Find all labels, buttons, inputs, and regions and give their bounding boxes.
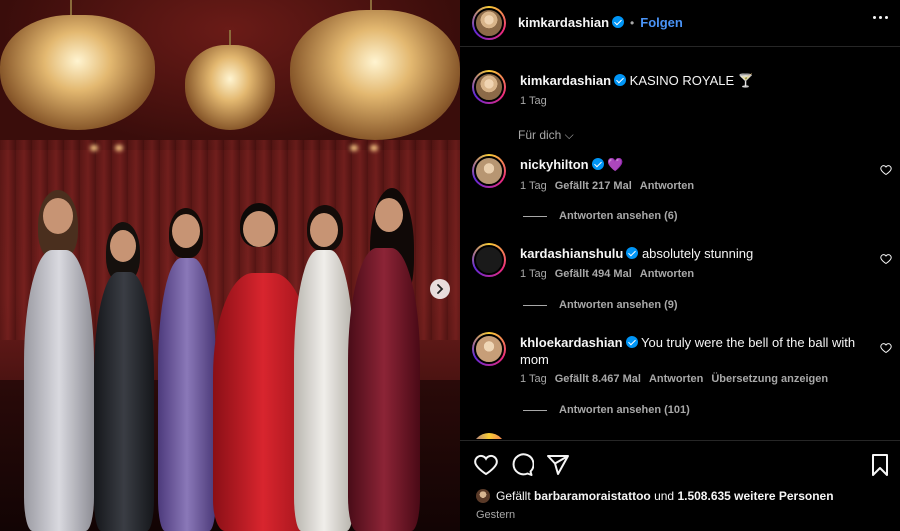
post-header: kimkardashian • Folgen [460, 0, 900, 46]
post-sidebar: kimkardashian • Folgen kimkardashian KASIN… [460, 0, 900, 531]
more-options-icon[interactable] [873, 16, 888, 19]
comment-username[interactable]: khloekardashian [520, 335, 623, 350]
stage-light [90, 145, 98, 151]
comment-text: 💜 [607, 157, 624, 172]
comment-username[interactable]: nickyhilton [520, 157, 589, 172]
verified-badge-icon [591, 158, 604, 170]
liker-username[interactable]: barbaramoraistattoo [534, 489, 651, 503]
view-replies-button[interactable]: Antworten ansehen (9) [523, 299, 678, 311]
follow-button[interactable]: Folgen [640, 15, 683, 30]
caption: kimkardashian KASINO ROYALE 🍸 1 Tag [460, 70, 900, 110]
verified-badge-icon [626, 247, 639, 259]
caption-username[interactable]: kimkardashian [520, 73, 611, 88]
likes-summary[interactable]: Gefällt barbaramoraistattoo und 1.508.63… [476, 489, 834, 503]
comment-username[interactable]: kardashianshulu [520, 246, 623, 261]
next-comment-avatar-partial [472, 433, 506, 439]
view-replies-button[interactable]: Antworten ansehen (6) [523, 210, 678, 222]
for-you-sort-dropdown[interactable]: Für dich ⌵ [518, 128, 574, 143]
verified-badge-icon [614, 74, 627, 86]
comment-time: 1 Tag [520, 373, 547, 385]
share-icon[interactable] [546, 453, 570, 477]
reply-button[interactable]: Antworten [640, 180, 694, 192]
liker-avatar [476, 489, 490, 503]
avatar[interactable] [472, 154, 506, 188]
view-replies-label: Antworten ansehen (101) [559, 404, 690, 416]
avatar[interactable] [472, 243, 506, 277]
likes-prefix: Gefällt [496, 489, 531, 503]
view-replies-button[interactable]: Antworten ansehen (101) [523, 404, 690, 416]
likes-middle: und [654, 489, 675, 503]
next-image-button[interactable] [430, 279, 450, 299]
comment-likes[interactable]: Gefällt 217 Mal [555, 180, 632, 192]
actions-divider [460, 440, 900, 441]
post-date: Gestern [476, 509, 516, 521]
comment-time: 1 Tag [520, 180, 547, 192]
chandelier-center [185, 30, 275, 130]
verified-badge-icon [625, 336, 638, 348]
reply-button[interactable]: Antworten [649, 373, 703, 385]
heart-icon[interactable] [474, 453, 498, 477]
bookmark-icon[interactable] [868, 453, 892, 477]
heart-icon[interactable] [880, 342, 892, 354]
heart-icon[interactable] [880, 253, 892, 265]
chevron-right-icon [437, 284, 444, 294]
comment-item: khloekardashian You truly were the bell … [460, 332, 900, 422]
post-photo [0, 0, 460, 531]
view-replies-label: Antworten ansehen (9) [559, 299, 678, 311]
header-divider [460, 46, 900, 47]
chandelier-right [290, 0, 460, 140]
verified-badge-icon [612, 16, 625, 28]
caption-time: 1 Tag [520, 95, 547, 107]
person-wine-dress [340, 188, 422, 531]
comment-likes[interactable]: Gefällt 8.467 Mal [555, 373, 641, 385]
likes-count[interactable]: 1.508.635 weitere Personen [677, 489, 833, 503]
comment-likes[interactable]: Gefällt 494 Mal [555, 268, 632, 280]
caption-text: KASINO ROYALE 🍸 [629, 73, 754, 88]
avatar[interactable] [472, 332, 506, 366]
separator-dot: • [630, 16, 635, 30]
comment-time: 1 Tag [520, 268, 547, 280]
person-silver-dress [12, 190, 97, 531]
stage-light [370, 145, 378, 151]
post-actions [460, 446, 900, 482]
heart-icon[interactable] [880, 164, 892, 176]
avatar[interactable] [472, 6, 506, 40]
stage-light [115, 145, 123, 151]
translate-button[interactable]: Übersetzung anzeigen [711, 373, 828, 385]
avatar[interactable] [472, 70, 506, 104]
reply-button[interactable]: Antworten [640, 268, 694, 280]
comment-icon[interactable] [510, 453, 534, 477]
comment-text: absolutely stunning [641, 246, 754, 261]
view-replies-label: Antworten ansehen (6) [559, 210, 678, 222]
author-username[interactable]: kimkardashian [518, 15, 609, 30]
comment-item: kardashianshulu absolutely stunning 1 Ta… [460, 243, 900, 313]
chandelier-left [0, 0, 160, 130]
comment-item: nickyhilton 💜 1 Tag Gefällt 217 Mal Antwor… [460, 154, 900, 224]
stage-light [350, 145, 358, 151]
person-black-dress [88, 222, 158, 531]
